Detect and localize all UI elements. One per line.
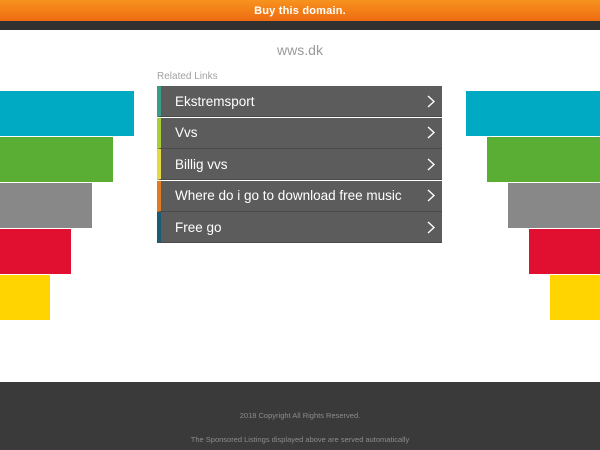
stripe-left-2 <box>0 137 113 182</box>
stripe-left-4 <box>0 229 71 274</box>
link-label: Free go <box>175 219 222 235</box>
stripe-left-3 <box>0 183 92 228</box>
footer-copyright: 2018 Copyright All Rights Reserved. <box>239 411 361 420</box>
chevron-right-icon <box>420 117 442 148</box>
related-link-free-go[interactable]: Free go <box>157 212 442 243</box>
related-links-heading: Related Links <box>157 71 218 82</box>
stripe-right-5 <box>550 275 600 320</box>
link-label: Vvs <box>175 125 198 140</box>
domain-title: wws.dk <box>277 42 323 58</box>
stripe-right-3 <box>508 183 600 228</box>
link-label: Where do i go to download free music <box>175 188 402 203</box>
related-link-vvs[interactable]: Vvs <box>157 117 442 149</box>
chevron-right-icon <box>420 180 442 211</box>
header-strip <box>0 21 600 30</box>
stripe-right-1 <box>466 91 600 136</box>
link-label: Ekstremsport <box>175 93 255 109</box>
related-links-list: Ekstremsport Vvs Billig vvs Where do i g… <box>157 86 442 243</box>
stripe-right-4 <box>529 229 600 274</box>
buy-domain-link[interactable]: Buy this domain. <box>254 5 346 17</box>
chevron-right-icon <box>420 86 442 117</box>
related-link-billig-vvs[interactable]: Billig vvs <box>157 149 442 180</box>
related-link-ekstremsport[interactable]: Ekstremsport <box>157 86 442 117</box>
chevron-right-icon <box>420 212 442 243</box>
related-link-download-free-music[interactable]: Where do i go to download free music <box>157 180 442 212</box>
chevron-right-icon <box>420 149 442 180</box>
stripe-left-1 <box>0 91 134 136</box>
buy-domain-banner[interactable]: Buy this domain. <box>0 0 600 21</box>
stripe-left-5 <box>0 275 50 320</box>
link-label: Billig vvs <box>175 156 228 172</box>
parked-domain-page: Buy this domain. wws.dk Related Links Ek… <box>0 0 600 450</box>
stripe-right-2 <box>487 137 600 182</box>
footer: 2018 Copyright All Rights Reserved. The … <box>0 382 600 450</box>
footer-disclaimer: The Sponsored Listings displayed above a… <box>190 435 410 444</box>
